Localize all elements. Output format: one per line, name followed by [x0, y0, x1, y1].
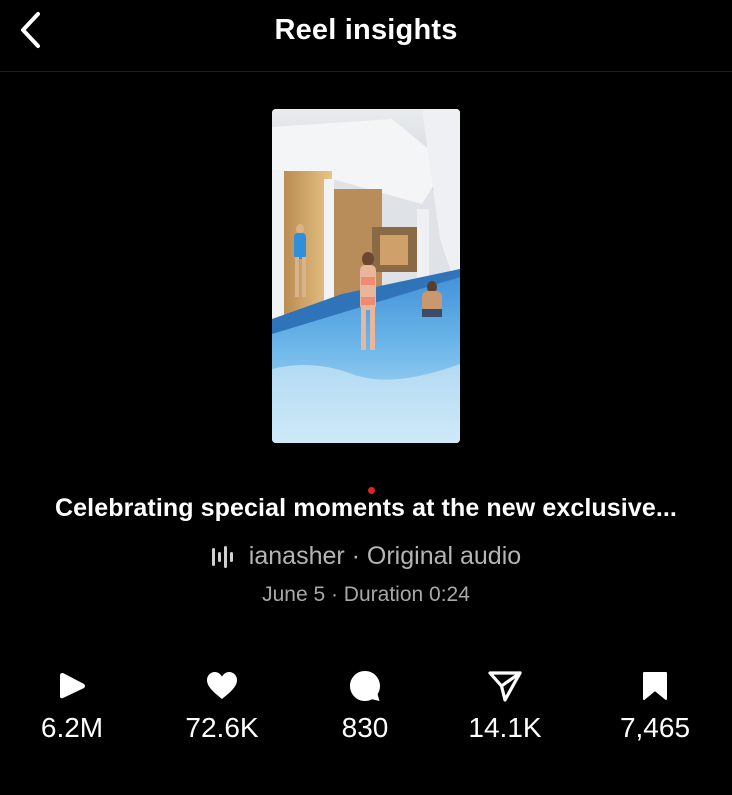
page-title: Reel insights [274, 14, 458, 46]
top-bar: Reel insights [0, 0, 732, 72]
likes-count: 72.6K [185, 712, 259, 743]
play-icon [60, 673, 85, 699]
audio-label: ianasher · Original audio [248, 542, 522, 570]
heart-icon [207, 672, 237, 699]
shares-count: 14.1K [468, 712, 542, 743]
stat-shares[interactable]: 14.1K [435, 668, 575, 744]
stat-comments[interactable]: 830 [295, 668, 435, 744]
reel-meta: June 5 · Duration 0:24 [262, 583, 470, 606]
reel-caption: Celebrating special moments at the new e… [55, 494, 677, 522]
bookmark-icon [643, 672, 667, 700]
reel-thumbnail[interactable] [272, 109, 460, 443]
audio-info[interactable]: ianasher · Original audio [0, 542, 732, 571]
audio-waveform-icon [211, 545, 237, 568]
stat-likes[interactable]: 72.6K [152, 668, 292, 744]
plays-count: 6.2M [40, 712, 104, 743]
reel-insights-screen: Reel insights Celebrating special moment… [0, 0, 732, 795]
stats-row: 6.2M 72.6K 830 14.1K 7,465 [0, 668, 732, 748]
saves-count: 7,465 [619, 712, 691, 743]
unread-indicator-dot [368, 487, 375, 494]
reel-thumbnail-image [272, 109, 460, 443]
comment-icon [350, 671, 380, 701]
share-icon [488, 671, 522, 702]
comments-count: 830 [341, 712, 389, 743]
stat-saves[interactable]: 7,465 [585, 668, 725, 744]
stat-plays[interactable]: 6.2M [2, 668, 142, 744]
